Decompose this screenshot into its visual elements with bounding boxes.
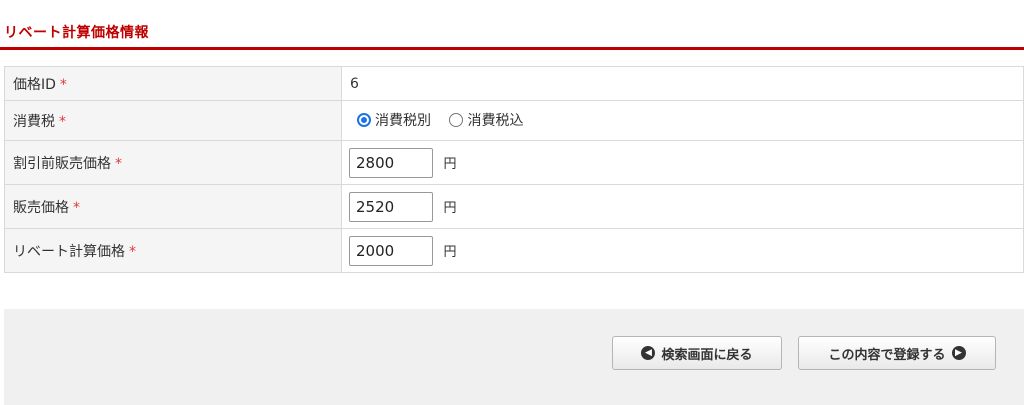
yen-unit: 円 xyxy=(443,245,457,260)
row-pre-discount-price: 割引前販売価格* 円 xyxy=(4,140,1024,185)
value-cell: 消費税別 消費税込 xyxy=(341,100,1024,141)
sales-price-label: 販売価格 xyxy=(13,199,69,216)
rebate-price-label: リベート計算価格 xyxy=(13,243,125,260)
chevron-left-circle-icon: ◀ xyxy=(641,346,656,360)
label-cell: 販売価格 * xyxy=(4,184,342,229)
form-footer: ◀ 検索画面に戻る この内容で登録する ▶ xyxy=(4,309,1024,405)
tax-label: 消費税 xyxy=(13,113,55,130)
required-mark: * xyxy=(59,76,67,93)
required-mark: * xyxy=(73,199,80,216)
required-mark: * xyxy=(129,243,136,260)
radio-tax-excluded-label: 消費税別 xyxy=(375,113,431,129)
radio-tax-excluded[interactable]: 消費税別 xyxy=(357,110,431,130)
radio-selected-icon[interactable] xyxy=(357,113,371,127)
price-id-value: 6 xyxy=(350,75,359,92)
value-cell: 円 xyxy=(341,184,1024,229)
section-title: リベート計算価格情報 xyxy=(4,25,149,41)
value-cell: 円 xyxy=(341,140,1024,185)
value-cell: 円 xyxy=(341,228,1024,273)
row-sales-price: 販売価格* 円 xyxy=(4,184,1024,229)
label-cell: 消費税 * xyxy=(4,100,342,141)
label-cell: 割引前販売価格 * xyxy=(4,140,342,185)
row-tax: 消費税 * 消費税別 消費税込 xyxy=(4,100,1024,141)
label-cell: リベート計算価格 * xyxy=(4,228,342,273)
register-button-label: この内容で登録する xyxy=(828,347,946,363)
pre-discount-price-label: 割引前販売価格 xyxy=(13,155,111,172)
sales-price-input[interactable] xyxy=(349,191,433,222)
radio-unselected-icon[interactable] xyxy=(449,113,464,127)
row-price-id: 価格ID * 6 xyxy=(4,66,1024,101)
title-divider xyxy=(0,47,1024,50)
price-id-label: 価格ID xyxy=(13,76,56,93)
chevron-right-circle-icon: ▶ xyxy=(951,346,966,360)
price-form-table: 価格ID* 6 消費税* 消費税別 消費税込 割引前販売価格* 円 xyxy=(4,66,1024,273)
rebate-price-input[interactable] xyxy=(349,235,433,266)
row-rebate-price: リベート計算価格* 円 xyxy=(4,228,1024,273)
pre-discount-price-input[interactable] xyxy=(349,147,433,178)
required-mark: * xyxy=(59,113,66,130)
required-mark: * xyxy=(115,155,122,172)
label-cell: 価格ID * xyxy=(4,66,342,101)
radio-tax-included-label: 消費税込 xyxy=(467,113,524,129)
radio-tax-included[interactable]: 消費税込 xyxy=(449,110,523,130)
value-cell: 6 xyxy=(341,66,1024,101)
register-button[interactable]: この内容で登録する ▶ xyxy=(798,336,996,370)
back-button-label: 検索画面に戻る xyxy=(661,347,753,363)
yen-unit: 円 xyxy=(443,157,457,172)
yen-unit: 円 xyxy=(443,201,457,216)
back-to-search-button[interactable]: ◀ 検索画面に戻る xyxy=(612,336,782,370)
